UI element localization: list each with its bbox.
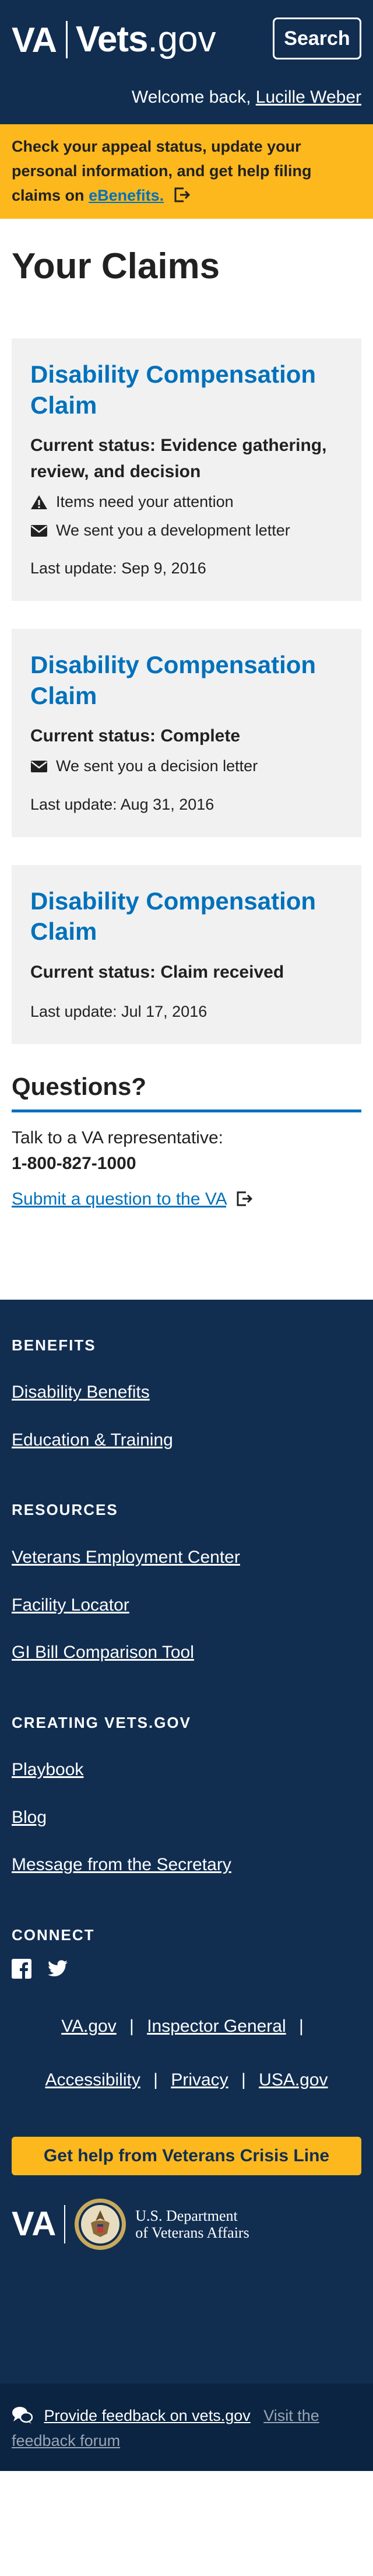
footer-heading: BENEFITS — [12, 1336, 96, 1354]
footer-link[interactable]: Veterans Employment Center — [12, 1545, 361, 1570]
footer-link[interactable]: Facility Locator — [12, 1592, 361, 1618]
claim-card: Disability Compensation Claim Current st… — [12, 338, 361, 601]
page-title: Your Claims — [12, 246, 220, 286]
main-content: Your Claims Disability Compensation Clai… — [0, 219, 373, 1212]
welcome-prefix: Welcome back, — [131, 88, 251, 107]
claim-status: Current status: Claim received — [30, 962, 284, 982]
external-link-icon — [174, 187, 190, 202]
department-logo[interactable]: VA U.S. Department of Veterans Affairs — [12, 2197, 361, 2251]
site-footer: BENEFITS Disability Benefits Education &… — [0, 1299, 373, 2471]
feedback-bar: Provide feedback on vets.gov Visit the f… — [0, 2383, 373, 2471]
claim-title-link[interactable]: Disability Compensation Claim — [30, 359, 343, 421]
claim-last-update: Last update: Sep 9, 2016 — [30, 559, 206, 578]
user-name-link[interactable]: Lucille Weber — [256, 88, 361, 107]
va-seal-icon — [75, 2199, 126, 2250]
claim-status: Current status: Complete — [30, 726, 241, 746]
footer-heading: CONNECT — [12, 1926, 95, 1944]
social-links — [12, 1959, 361, 1979]
department-name: U.S. Department of Veterans Affairs — [135, 2207, 249, 2242]
talk-to-rep-text: Talk to a VA representative: — [12, 1128, 223, 1148]
submit-question-link[interactable]: Submit a question to the VA — [12, 1189, 226, 1209]
link-separator: | — [299, 2017, 304, 2036]
claim-status: Current status: Evidence gathering, revi… — [30, 436, 327, 481]
privacy-link[interactable]: Privacy — [171, 2070, 228, 2090]
dept-divider — [64, 2205, 66, 2244]
dept-va-text: VA — [12, 2205, 57, 2244]
claim-notice-text: We sent you a development letter — [56, 522, 290, 540]
questions-section: Questions? Talk to a VA representative: … — [12, 1072, 361, 1212]
site-header: VA Vets .gov Search Welcome back, Lucille… — [0, 0, 373, 124]
footer-heading: RESOURCES — [12, 1501, 118, 1519]
va-gov-link[interactable]: VA.gov — [61, 2017, 117, 2036]
ebenefits-link[interactable]: eBenefits. — [89, 187, 164, 204]
claim-card: Disability Compensation Claim Current st… — [12, 629, 361, 837]
footer-link[interactable]: GI Bill Comparison Tool — [12, 1640, 361, 1665]
claim-notice: Items need your attention — [30, 491, 343, 513]
footer-links-row: Accessibility | Privacy | USA.gov — [12, 2067, 361, 2093]
link-separator: | — [129, 2017, 134, 2036]
claim-last-update: Last update: Jul 17, 2016 — [30, 1002, 207, 1020]
envelope-icon — [31, 524, 47, 537]
footer-link[interactable]: Playbook — [12, 1757, 361, 1783]
link-separator: | — [241, 2070, 246, 2090]
usa-gov-link[interactable]: USA.gov — [259, 2070, 328, 2090]
ebenefits-alert-banner: Check your appeal status, update your pe… — [0, 124, 373, 219]
twitter-icon[interactable] — [48, 1959, 68, 1979]
claim-last-update: Last update: Aug 31, 2016 — [30, 795, 214, 813]
claim-card: Disability Compensation Claim Current st… — [12, 864, 361, 1044]
facebook-icon[interactable] — [12, 1959, 31, 1979]
logo-vets-text: Vets — [75, 19, 149, 60]
logo-divider — [65, 21, 68, 58]
footer-link[interactable]: Message from the Secretary — [12, 1852, 361, 1878]
dept-name-line1: U.S. Department — [135, 2207, 238, 2224]
link-separator: | — [153, 2070, 158, 2090]
submit-question-row: Submit a question to the VA — [12, 1186, 361, 1212]
inspector-general-link[interactable]: Inspector General — [147, 2017, 286, 2036]
claim-notice-text: We sent you a decision letter — [56, 757, 258, 775]
search-button[interactable]: Search — [273, 18, 361, 60]
accessibility-link[interactable]: Accessibility — [45, 2070, 140, 2090]
footer-link[interactable]: Education & Training — [12, 1427, 361, 1453]
footer-section-resources: RESOURCES Veterans Employment Center Fac… — [12, 1499, 361, 1665]
claim-title-link[interactable]: Disability Compensation Claim — [30, 650, 343, 711]
chat-bubbles-icon — [12, 2406, 33, 2424]
footer-links-row: VA.gov | Inspector General | — [12, 2014, 361, 2039]
dept-name-line2: of Veterans Affairs — [135, 2224, 249, 2242]
claim-notice: We sent you a development letter — [30, 519, 343, 542]
envelope-icon — [31, 760, 47, 772]
claim-notice-text: Items need your attention — [56, 493, 234, 510]
welcome-message: Welcome back, Lucille Weber — [132, 85, 361, 110]
footer-link[interactable]: Blog — [12, 1805, 361, 1831]
claim-notice: We sent you a decision letter — [30, 755, 343, 778]
footer-section-connect: CONNECT — [12, 1924, 361, 1979]
footer-section-benefits: BENEFITS Disability Benefits Education &… — [12, 1335, 361, 1453]
footer-heading: CREATING VETS.GOV — [12, 1713, 191, 1731]
logo-va-text: VA — [12, 20, 57, 60]
warning-icon — [31, 495, 47, 509]
veterans-crisis-line-button[interactable]: Get help from Veterans Crisis Line — [12, 2137, 361, 2176]
phone-number[interactable]: 1-800-827-1000 — [12, 1151, 361, 1177]
footer-link[interactable]: Disability Benefits — [12, 1380, 361, 1405]
external-link-icon — [237, 1191, 253, 1206]
provide-feedback-link[interactable]: Provide feedback on vets.gov — [44, 2407, 251, 2424]
logo-gov-text: .gov — [147, 19, 216, 60]
questions-heading: Questions? — [12, 1072, 361, 1113]
footer-section-creating: CREATING VETS.GOV Playbook Blog Message … — [12, 1712, 361, 1878]
claim-title-link[interactable]: Disability Compensation Claim — [30, 886, 343, 947]
